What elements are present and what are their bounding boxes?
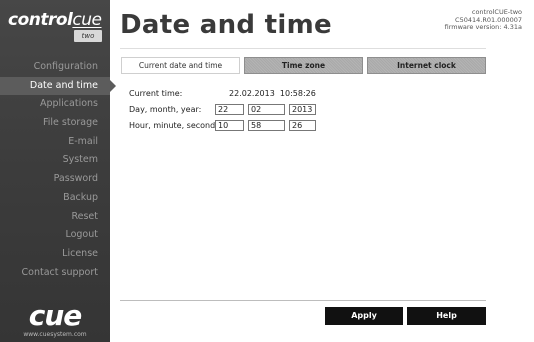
- current-time-value: 22.02.2013 10:58:26: [229, 89, 316, 98]
- tab-internet-clock[interactable]: Internet clock: [367, 57, 486, 74]
- sidebar-item-license[interactable]: License: [0, 245, 110, 264]
- current-date-value: 22.02.2013: [229, 89, 275, 98]
- sidebar: controlcue two Configuration Date and ti…: [0, 0, 116, 342]
- brand-url: www.cuesystem.com: [23, 331, 87, 338]
- minute-input[interactable]: [248, 120, 285, 131]
- help-button[interactable]: Help: [407, 307, 486, 325]
- sidebar-item-file-storage[interactable]: File storage: [0, 114, 110, 133]
- sidebar-item-reset[interactable]: Reset: [0, 208, 110, 227]
- firmware-version: firmware version: 4.31a: [444, 23, 522, 31]
- tab-bar: Current date and time Time zone Internet…: [121, 57, 486, 74]
- sidebar-item-date-and-time[interactable]: Date and time: [0, 76, 116, 96]
- logo-text-cue: cue: [72, 10, 102, 30]
- tab-time-zone[interactable]: Time zone: [244, 57, 363, 74]
- footer-divider: [120, 300, 486, 301]
- device-info: controlCUE-two C50414.R01.000007 firmwar…: [444, 8, 522, 32]
- sidebar-item-backup[interactable]: Backup: [0, 189, 110, 208]
- sidebar-item-contact-support[interactable]: Contact support: [0, 264, 110, 283]
- controlcue-logo: controlcue two: [8, 8, 104, 44]
- apply-button[interactable]: Apply: [325, 307, 403, 325]
- sidebar-nav: Configuration Date and time Applications…: [0, 58, 116, 283]
- logo-text-control: control: [8, 10, 73, 30]
- time-label: Hour, minute, second:: [129, 121, 218, 130]
- hour-input[interactable]: [215, 120, 244, 131]
- sidebar-item-applications[interactable]: Applications: [0, 95, 110, 114]
- day-input[interactable]: [215, 104, 244, 115]
- sidebar-item-configuration[interactable]: Configuration: [0, 58, 110, 77]
- sidebar-item-system[interactable]: System: [0, 151, 110, 170]
- sidebar-item-email[interactable]: E-mail: [0, 133, 110, 152]
- page-title: Date and time: [120, 10, 332, 40]
- tab-current-date-and-time[interactable]: Current date and time: [121, 57, 240, 74]
- sidebar-item-logout[interactable]: Logout: [0, 226, 110, 245]
- current-time-label: Current time:: [129, 89, 183, 98]
- month-input[interactable]: [248, 104, 285, 115]
- sidebar-item-password[interactable]: Password: [0, 170, 110, 189]
- year-input[interactable]: [289, 104, 316, 115]
- logo-sub-badge: two: [74, 30, 102, 42]
- header-divider: [120, 48, 486, 49]
- second-input[interactable]: [289, 120, 316, 131]
- date-label: Day, month, year:: [129, 105, 202, 114]
- current-clock-value: 10:58:26: [279, 89, 316, 98]
- cue-brand-logo: cue: [28, 299, 83, 332]
